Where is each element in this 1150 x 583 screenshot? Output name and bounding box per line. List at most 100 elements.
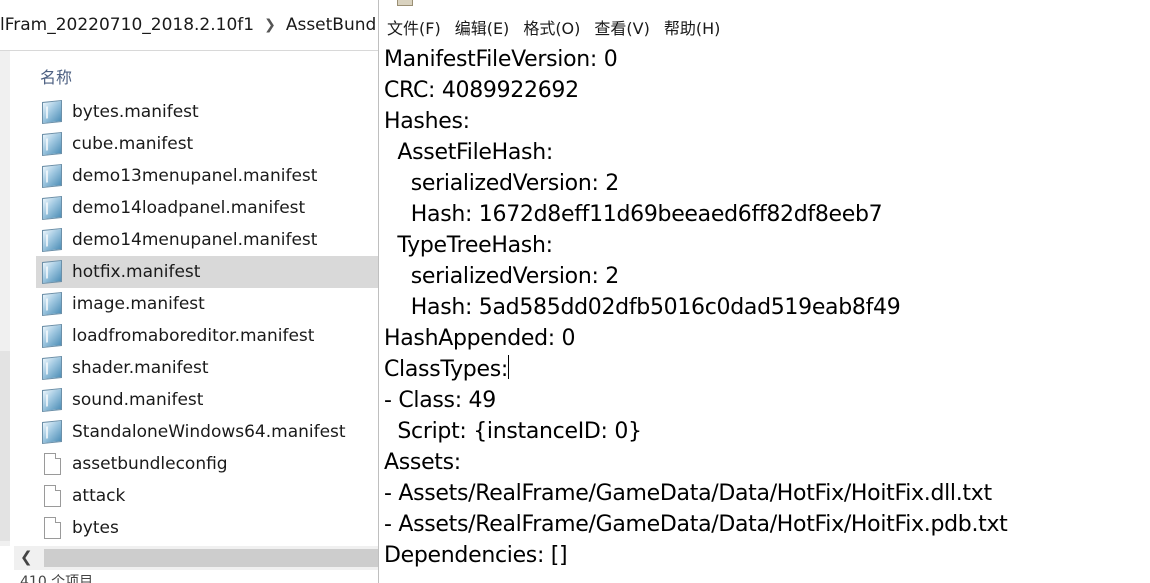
file-row[interactable]: cube.manifest (36, 128, 378, 160)
file-name: demo13menupanel.manifest (72, 166, 318, 186)
menu-item[interactable]: 文件(F) (379, 15, 448, 39)
scroll-left-icon[interactable]: ❮ (20, 548, 33, 566)
file-row[interactable]: image.manifest (36, 288, 378, 320)
text-line-content: ClassTypes: (384, 357, 508, 382)
manifest-file-icon (42, 323, 62, 349)
file-name: attack (72, 486, 126, 506)
text-line: AssetFileHash: (384, 137, 1144, 168)
notepad-window: 文件(F) 编辑(E) 格式(O) 查看(V) 帮助(H) ManifestFileVe… (378, 0, 1150, 583)
column-header-name[interactable]: 名称 (40, 64, 72, 88)
text-line: ClassTypes: (384, 354, 1144, 385)
breadcrumb-folder[interactable]: lFram_20220710_2018.2.10f1 (0, 15, 254, 35)
text-line: Hashes: (384, 106, 1144, 137)
text-editor[interactable]: ManifestFileVersion: 0 CRC: 4089922692 Has… (384, 44, 1144, 571)
file-row[interactable]: loadfromaboreditor.manifest (36, 320, 378, 352)
file-name: assetbundleconfig (72, 454, 228, 474)
manifest-file-icon (42, 419, 62, 445)
file-explorer-pane: lFram_20220710_2018.2.10f1 ❯ AssetBund 名… (0, 0, 378, 583)
text-line: serializedVersion: 2 (384, 261, 1144, 292)
file-name: image.manifest (72, 294, 205, 314)
text-line-content: Hashes: (384, 109, 470, 134)
navigation-pane-scrollbar[interactable] (0, 51, 10, 546)
file-name: sound.manifest (72, 390, 204, 410)
manifest-file-icon (42, 131, 62, 157)
text-line: Script: {instanceID: 0} (384, 416, 1144, 447)
manifest-file-icon (42, 291, 62, 317)
text-line: - Class: 49 (384, 385, 1144, 416)
text-line-content: HashAppended: 0 (384, 326, 576, 351)
text-line-content: - Assets/RealFrame/GameData/Data/HotFix/… (384, 481, 992, 506)
menu-item[interactable]: 编辑(E) (448, 15, 517, 39)
file-row[interactable]: demo14menupanel.manifest (36, 224, 378, 256)
title-bar (379, 0, 1150, 8)
menu-item[interactable]: 查看(V) (587, 15, 656, 39)
notepad-app-icon (397, 0, 413, 6)
file-list: bytes.manifest cube.manifest demo13menupan… (36, 96, 378, 544)
file-name: demo14loadpanel.manifest (72, 198, 306, 218)
text-line-content: Hash: 5ad585dd02dfb5016c0dad519eab8f49 (384, 295, 901, 320)
file-row[interactable]: attack (36, 480, 378, 512)
text-line-content: TypeTreeHash: (384, 233, 553, 258)
text-line: ManifestFileVersion: 0 (384, 44, 1144, 75)
file-name: cube.manifest (72, 134, 194, 154)
file-name: demo14menupanel.manifest (72, 230, 318, 250)
text-line: HashAppended: 0 (384, 323, 1144, 354)
menu-item[interactable]: 格式(O) (516, 15, 587, 39)
file-name: shader.manifest (72, 358, 209, 378)
manifest-file-icon (42, 355, 62, 381)
file-row[interactable]: shader.manifest (36, 352, 378, 384)
manifest-file-icon (42, 387, 62, 413)
file-name: bytes (72, 518, 119, 538)
text-line-content: serializedVersion: 2 (384, 171, 620, 196)
text-line: - Assets/RealFrame/GameData/Data/HotFix/… (384, 509, 1144, 540)
menu-bar: 文件(F) 编辑(E) 格式(O) 查看(V) 帮助(H) (379, 12, 727, 42)
text-line-content: Hash: 1672d8eff11d69beeaed6ff82df8eeb7 (384, 202, 883, 227)
file-row[interactable]: bytes.manifest (36, 96, 378, 128)
text-line: serializedVersion: 2 (384, 168, 1144, 199)
status-bar: 410 个项目 (0, 572, 378, 583)
text-line-content: - Class: 49 (384, 388, 496, 413)
file-row[interactable]: assetbundleconfig (36, 448, 378, 480)
manifest-file-icon (42, 227, 62, 253)
breadcrumb: lFram_20220710_2018.2.10f1 ❯ AssetBund (0, 0, 378, 51)
text-line-content: serializedVersion: 2 (384, 264, 620, 289)
manifest-file-icon (42, 99, 62, 125)
text-line-content: Dependencies: [] (384, 543, 568, 568)
text-line: - Assets/RealFrame/GameData/Data/HotFix/… (384, 478, 1144, 509)
file-row[interactable]: bytes (36, 512, 378, 544)
text-caret (507, 355, 509, 379)
file-row[interactable]: StandaloneWindows64.manifest (36, 416, 378, 448)
menu-item[interactable]: 帮助(H) (657, 15, 728, 39)
text-line: Hash: 5ad585dd02dfb5016c0dad519eab8f49 (384, 292, 1144, 323)
text-line: Assets: (384, 447, 1144, 478)
file-name: StandaloneWindows64.manifest (72, 422, 346, 442)
blank-file-icon (44, 485, 61, 507)
chevron-right-icon[interactable]: ❯ (264, 17, 276, 33)
manifest-file-icon (42, 259, 62, 285)
horizontal-scrollbar[interactable]: ❮ (14, 546, 378, 570)
breadcrumb-subfolder[interactable]: AssetBund (286, 15, 376, 35)
text-line: Hash: 1672d8eff11d69beeaed6ff82df8eeb7 (384, 199, 1144, 230)
text-line-content: ManifestFileVersion: 0 (384, 47, 618, 72)
horizontal-scrollbar-thumb[interactable] (44, 549, 378, 567)
file-name: hotfix.manifest (72, 262, 201, 282)
text-line: CRC: 4089922692 (384, 75, 1144, 106)
text-line: Dependencies: [] (384, 540, 1144, 571)
file-row[interactable]: demo13menupanel.manifest (36, 160, 378, 192)
file-row[interactable]: demo14loadpanel.manifest (36, 192, 378, 224)
text-line: TypeTreeHash: (384, 230, 1144, 261)
blank-file-icon (44, 453, 61, 475)
blank-file-icon (44, 517, 61, 539)
text-line-content: Assets: (384, 450, 461, 475)
file-name: bytes.manifest (72, 102, 199, 122)
file-name: loadfromaboreditor.manifest (72, 326, 315, 346)
scrollbar-thumb[interactable] (0, 351, 10, 541)
manifest-file-icon (42, 163, 62, 189)
text-line-content: AssetFileHash: (384, 140, 553, 165)
file-row[interactable]: hotfix.manifest (36, 256, 378, 288)
text-line-content: Script: {instanceID: 0} (384, 419, 642, 444)
manifest-file-icon (42, 195, 62, 221)
text-line-content: CRC: 4089922692 (384, 78, 579, 103)
file-row[interactable]: sound.manifest (36, 384, 378, 416)
text-line-content: - Assets/RealFrame/GameData/Data/HotFix/… (384, 512, 1008, 537)
